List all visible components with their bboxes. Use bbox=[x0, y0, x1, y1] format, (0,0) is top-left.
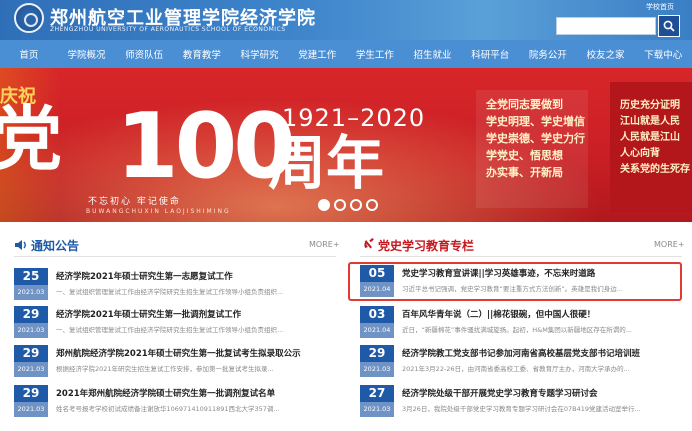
party-item[interactable]: 03 2021.04 百年风华青年说（二）||棉花银碗，但中国人很硬！ 近日，“新… bbox=[360, 306, 680, 340]
notice-item-title[interactable]: 郑州航院经济学院2021年硕士研究生第一批复试考生拟录取公示 bbox=[56, 347, 338, 359]
banner-panel-line: 学党史、悟思想 bbox=[486, 149, 563, 162]
date-month: 2021.03 bbox=[360, 362, 394, 377]
search-icon bbox=[663, 20, 675, 32]
nav-teaching[interactable]: 教育教学 bbox=[173, 47, 231, 61]
party-item-title[interactable]: 经济学院教工党支部书记参加河南省高校基层党支部书记培训班 bbox=[402, 347, 678, 359]
date-month: 2021.03 bbox=[14, 402, 48, 417]
highlight-box bbox=[348, 262, 682, 301]
party-item-summary: 近日，“新疆棉花”事件骚扰满城旋扬。起初，H&M集团以新疆地区存在所谓的... bbox=[402, 326, 632, 334]
party-item-title[interactable]: 经济学院处级干部开展党史学习教育专题学习研讨会 bbox=[402, 387, 678, 399]
nav-download[interactable]: 下载中心 bbox=[634, 47, 692, 61]
notice-item[interactable]: 29 2021.03 郑州航院经济学院2021年硕士研究生第一批复试考生拟录取公示… bbox=[14, 345, 338, 379]
notice-divider bbox=[14, 256, 336, 257]
nav-alumni[interactable]: 校友之家 bbox=[577, 47, 635, 61]
date-day: 29 bbox=[22, 346, 40, 360]
speaker-icon bbox=[15, 240, 26, 250]
banner-right-line: 人民就是江山 bbox=[620, 132, 680, 143]
date-box: 29 2021.03 bbox=[14, 306, 48, 338]
party-item[interactable]: 29 2021.03 经济学院教工党支部书记参加河南省高校基层党支部书记培训班 2… bbox=[360, 345, 680, 379]
nav-students[interactable]: 学生工作 bbox=[346, 47, 404, 61]
date-box: 03 2021.04 bbox=[360, 306, 394, 338]
carousel-dot[interactable] bbox=[350, 199, 362, 211]
banner-right-line: 人心向背 bbox=[620, 148, 660, 159]
carousel-dot[interactable] bbox=[318, 199, 330, 211]
date-box: 27 2021.03 bbox=[360, 385, 394, 417]
banner-slogan-en: BUWANGCHUXIN LAOJISHIMING bbox=[86, 208, 231, 215]
date-day: 29 bbox=[22, 386, 40, 400]
notice-item-summary: 根据经济学院2021年研究生招生复试工作安排，参加第一批复试考生拟录... bbox=[56, 365, 274, 373]
banner-panel-line: 学史崇德、学史力行 bbox=[486, 132, 585, 145]
date-month: 2021.03 bbox=[14, 323, 48, 338]
banner-panel-line: 全党同志要做到 bbox=[486, 98, 563, 111]
nav-overview[interactable]: 学院概况 bbox=[58, 47, 116, 61]
date-day: 03 bbox=[368, 307, 386, 321]
date-day: 27 bbox=[368, 386, 386, 400]
banner-panel-line: 办实事、开新局 bbox=[486, 166, 563, 179]
notice-title: 通知公告 bbox=[31, 239, 80, 253]
notice-item[interactable]: 29 2021.03 经济学院2021年硕士研究生第一批调剂复试工作 一、复试组织… bbox=[14, 306, 338, 340]
notice-item-summary: 一、复试组织管理复试工作由经济学院研究生招生复试工作领导小组负责组织... bbox=[56, 288, 284, 296]
banner-panel-line: 学史明理、学史增信 bbox=[486, 115, 585, 128]
date-month: 2021.03 bbox=[14, 285, 48, 300]
date-box: 29 2021.03 bbox=[14, 345, 48, 377]
banner-slogan: 不忘初心 牢记使命 bbox=[88, 197, 181, 207]
banner-years: 1921–2020 bbox=[282, 104, 426, 132]
party-item[interactable]: 27 2021.03 经济学院处级干部开展党史学习教育专题学习研讨会 3月26日，… bbox=[360, 385, 680, 419]
main-nav: 首页 学院概况 师资队伍 教育教学 科学研究 党建工作 学生工作 招生就业 科研… bbox=[0, 40, 692, 68]
date-month: 2021.04 bbox=[360, 323, 394, 338]
notice-item-summary: 姓名考号报考学校初试成绩备注谢放华106971410911891西北大学357调… bbox=[56, 405, 280, 413]
party-divider bbox=[360, 256, 682, 257]
notice-more-link[interactable]: MORE+ bbox=[309, 240, 340, 249]
carousel-dot[interactable] bbox=[366, 199, 378, 211]
party-item-summary: 2021年3月22-26日，由河南省委高校工委、省教育厅主办，河南大学承办的..… bbox=[402, 365, 630, 373]
party-title: 党史学习教育专栏 bbox=[378, 239, 475, 253]
school-emblem-icon[interactable] bbox=[14, 3, 44, 33]
date-month: 2021.03 bbox=[14, 362, 48, 377]
date-box: 29 2021.03 bbox=[14, 385, 48, 417]
date-day: 29 bbox=[368, 346, 386, 360]
search-button[interactable] bbox=[658, 15, 680, 37]
banner-big-number: 100 bbox=[116, 94, 296, 199]
search-input[interactable] bbox=[556, 17, 656, 35]
notice-item-summary: 一、复试组织管理复试工作由经济学院研究生招生复试工作领导小组负责组织... bbox=[56, 326, 284, 334]
date-box: 25 2021.03 bbox=[14, 268, 48, 300]
banner-big-suffix: 周年 bbox=[268, 129, 385, 197]
date-month: 2021.03 bbox=[360, 402, 394, 417]
nav-party[interactable]: 党建工作 bbox=[288, 47, 346, 61]
nav-home[interactable]: 首页 bbox=[0, 47, 58, 61]
carousel-dot[interactable] bbox=[334, 199, 346, 211]
banner-right-line: 关系党的生死存 bbox=[620, 164, 690, 175]
banner-right-line: 江山就是人民 bbox=[620, 116, 680, 127]
notice-item[interactable]: 29 2021.03 2021年郑州航院经济学院硕士研究生第一批调剂复试名单 姓名… bbox=[14, 385, 338, 419]
party-item-title[interactable]: 百年风华青年说（二）||棉花银碗，但中国人很硬！ bbox=[402, 308, 678, 320]
notice-item-title[interactable]: 经济学院2021年硕士研究生第一批调剂复试工作 bbox=[56, 308, 338, 320]
nav-affairs[interactable]: 院务公开 bbox=[519, 47, 577, 61]
banner-right-line: 历史充分证明 bbox=[620, 100, 680, 111]
party-item-summary: 3月26日，我院处级干部党史学习教育专题学习研讨会在07B419党建活动室举行.… bbox=[402, 405, 641, 413]
nav-platform[interactable]: 科研平台 bbox=[461, 47, 519, 61]
notice-item[interactable]: 25 2021.03 经济学院2021年硕士研究生第一志愿复试工作 一、复试组织管… bbox=[14, 268, 338, 302]
school-name-en: ZHENGZHOU UNIVERSITY OF AERONAUTICS SCHO… bbox=[50, 26, 286, 33]
date-box: 29 2021.03 bbox=[360, 345, 394, 377]
date-day: 25 bbox=[22, 269, 40, 283]
banner-fragment-big: 党 bbox=[0, 97, 62, 180]
school-home-link[interactable]: 学校首页 bbox=[646, 2, 674, 12]
notice-item-title[interactable]: 经济学院2021年硕士研究生第一志愿复试工作 bbox=[56, 270, 338, 282]
date-day: 29 bbox=[22, 307, 40, 321]
party-more-link[interactable]: MORE+ bbox=[654, 240, 685, 249]
nav-research[interactable]: 科学研究 bbox=[231, 47, 289, 61]
carousel-dots bbox=[318, 199, 378, 211]
site-header: 郑州航空工业管理学院经济学院 ZHENGZHOU UNIVERSITY OF A… bbox=[0, 0, 692, 40]
hammer-sickle-icon bbox=[364, 238, 374, 249]
notice-item-title[interactable]: 2021年郑州航院经济学院硕士研究生第一批调剂复试名单 bbox=[56, 387, 338, 399]
nav-faculty[interactable]: 师资队伍 bbox=[115, 47, 173, 61]
nav-admission[interactable]: 招生就业 bbox=[404, 47, 462, 61]
